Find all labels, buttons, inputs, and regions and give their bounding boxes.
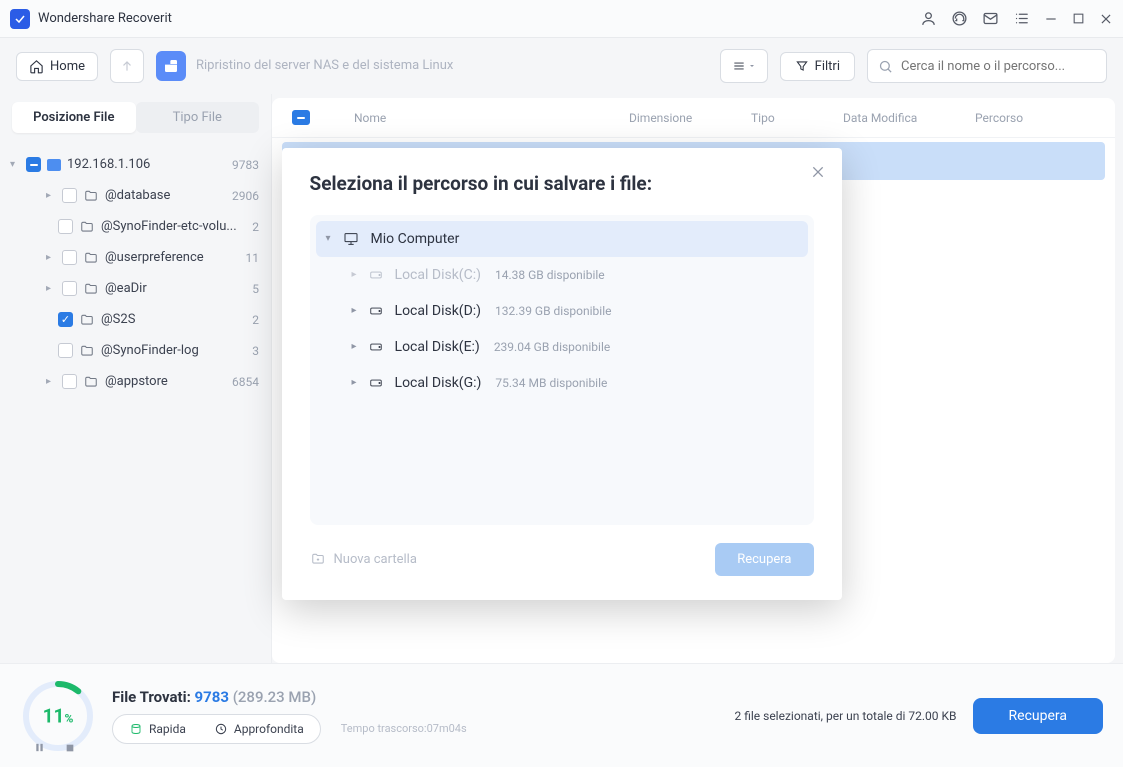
drive-name: Local Disk(D:) xyxy=(395,303,482,319)
modal-title: Seleziona il percorso in cui salvare i f… xyxy=(310,172,814,195)
chevron-right-icon[interactable]: ▸ xyxy=(352,377,357,388)
modal-footer: Nuova cartella Recupera xyxy=(310,543,814,576)
location-panel: ▾ Mio Computer ▸ Local Disk(C:) 14.38 GB… xyxy=(310,215,814,525)
modal-close-button[interactable] xyxy=(806,160,830,188)
disk-icon xyxy=(367,268,385,282)
drive-avail: 14.38 GB disponibile xyxy=(495,268,605,282)
location-drive[interactable]: ▸ Local Disk(C:) 14.38 GB disponibile xyxy=(316,257,808,293)
modal-backdrop: Seleziona il percorso in cui salvare i f… xyxy=(0,0,1123,767)
modal-recover-button[interactable]: Recupera xyxy=(715,543,813,576)
new-folder-label: Nuova cartella xyxy=(334,552,417,567)
chevron-right-icon[interactable]: ▸ xyxy=(352,269,357,280)
location-drive[interactable]: ▸ Local Disk(D:) 132.39 GB disponibile xyxy=(316,293,808,329)
disk-icon xyxy=(367,340,385,354)
disk-icon xyxy=(367,376,385,390)
computer-icon xyxy=(341,231,361,247)
drive-name: Local Disk(C:) xyxy=(395,267,481,283)
disk-icon xyxy=(367,304,385,318)
drive-name: Local Disk(G:) xyxy=(395,375,482,391)
chevron-down-icon[interactable]: ▾ xyxy=(326,233,331,244)
new-folder-button[interactable]: Nuova cartella xyxy=(310,552,417,567)
drive-avail: 75.34 MB disponibile xyxy=(495,376,607,390)
drive-name: Local Disk(E:) xyxy=(395,339,480,355)
drive-avail: 132.39 GB disponibile xyxy=(495,304,611,318)
location-root-label: Mio Computer xyxy=(371,231,460,247)
location-root[interactable]: ▾ Mio Computer xyxy=(316,221,808,257)
folder-plus-icon xyxy=(310,552,326,566)
location-drive[interactable]: ▸ Local Disk(G:) 75.34 MB disponibile xyxy=(316,365,808,401)
chevron-right-icon[interactable]: ▸ xyxy=(352,305,357,316)
chevron-right-icon[interactable]: ▸ xyxy=(352,341,357,352)
drive-avail: 239.04 GB disponibile xyxy=(494,340,610,354)
close-icon xyxy=(810,164,826,180)
location-drive[interactable]: ▸ Local Disk(E:) 239.04 GB disponibile xyxy=(316,329,808,365)
save-location-modal: Seleziona il percorso in cui salvare i f… xyxy=(282,148,842,600)
